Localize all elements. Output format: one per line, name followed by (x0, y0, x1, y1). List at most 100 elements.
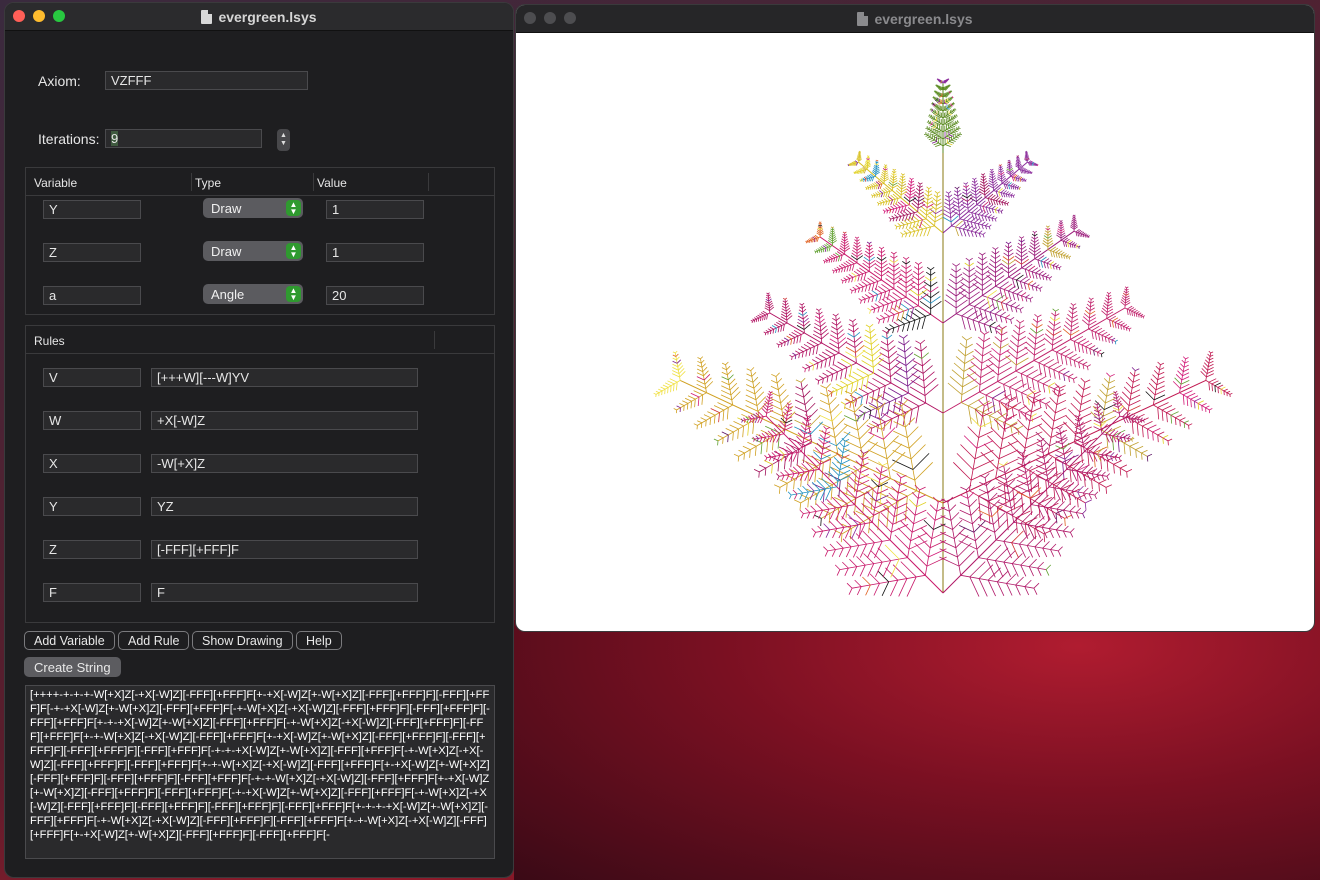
rule-symbol-field[interactable]: Y (43, 497, 141, 516)
fern-stroke (1019, 309, 1022, 314)
rule-replacement-field[interactable]: -W[+X]Z (151, 454, 418, 473)
add-rule-button[interactable]: Add Rule (118, 631, 190, 650)
fern-stroke (1150, 378, 1158, 386)
variable-value-field[interactable]: 20 (326, 286, 424, 305)
fern-stroke (802, 366, 806, 370)
fern-stroke (726, 365, 731, 371)
fern-stroke (1093, 426, 1102, 431)
fern-stroke (683, 405, 685, 411)
rule-replacement-field[interactable]: [-FFF][+FFF]F (151, 540, 418, 559)
variable-value-field[interactable]: 1 (326, 200, 424, 219)
fern-stroke (934, 190, 938, 194)
output-string-view[interactable]: [++++-+-+-+-W[+X]Z[-+X[-W]Z][-FFF][+FFF]… (25, 685, 495, 859)
fern-stroke (992, 177, 997, 181)
fern-stroke (1113, 391, 1116, 393)
fern-stroke (817, 380, 820, 385)
fern-stroke (1049, 397, 1058, 405)
fern-stroke (948, 92, 951, 94)
column-header-value[interactable]: Value (317, 176, 347, 190)
variable-name-field[interactable]: a (43, 286, 141, 305)
rule-replacement-field[interactable]: [+++W][---W]YV (151, 368, 418, 387)
fern-stroke (1036, 459, 1046, 465)
fern-stroke (1043, 410, 1055, 422)
fern-stroke (1182, 372, 1190, 377)
add-variable-button[interactable]: Add Variable (24, 631, 115, 650)
fern-stroke (1089, 310, 1096, 315)
variable-type-popup[interactable]: Draw ▲ ▼ (203, 241, 303, 261)
fern-stroke (876, 424, 879, 433)
create-string-button[interactable]: Create String (24, 657, 121, 677)
close-window-button[interactable] (524, 12, 536, 24)
drawing-titlebar[interactable]: evergreen.lsys (516, 5, 1314, 33)
fern-stroke (1142, 315, 1145, 317)
rule-symbol-field[interactable]: W (43, 411, 141, 430)
minimize-window-button[interactable] (544, 12, 556, 24)
rule-symbol-field[interactable]: X (43, 454, 141, 473)
fern-stroke (997, 208, 1001, 211)
close-window-button[interactable] (13, 10, 25, 22)
fern-stroke (697, 420, 702, 424)
variable-type-popup[interactable]: Draw ▲ ▼ (203, 198, 303, 218)
fern-stroke (1070, 223, 1075, 226)
fern-stroke (824, 258, 828, 261)
fern-stroke (757, 314, 762, 318)
fern-stroke (832, 253, 838, 258)
fern-stroke (860, 178, 863, 181)
column-header-rules[interactable]: Rules (34, 334, 65, 348)
fern-stroke (1056, 523, 1063, 531)
fern-stroke (1190, 399, 1192, 408)
fern-stroke (966, 220, 971, 229)
fern-stroke (1057, 228, 1062, 232)
variable-type-popup[interactable]: Angle ▲ ▼ (203, 284, 303, 304)
fern-stroke (829, 342, 839, 349)
minimize-window-button[interactable] (33, 10, 45, 22)
fern-stroke (920, 346, 928, 352)
fern-stroke (1024, 439, 1043, 449)
fern-stroke (876, 388, 880, 402)
variable-value-field[interactable]: 1 (326, 243, 424, 262)
rule-replacement-field[interactable]: F (151, 583, 418, 602)
zoom-window-button[interactable] (564, 12, 576, 24)
column-header-variable[interactable]: Variable (34, 176, 77, 190)
fern-stroke (821, 449, 831, 455)
rule-symbol-field[interactable]: V (43, 368, 141, 387)
fern-stroke (1008, 263, 1016, 270)
zoom-window-button[interactable] (53, 10, 65, 22)
fern-stroke (896, 415, 900, 428)
rule-replacement-field[interactable]: YZ (151, 497, 418, 516)
stepper-down-icon[interactable]: ▼ (280, 140, 287, 148)
fern-stroke (1017, 462, 1025, 467)
rule-symbol-field[interactable]: Z (43, 540, 141, 559)
fern-stroke (979, 474, 986, 479)
iterations-input[interactable]: 9 (105, 129, 262, 148)
iterations-stepper[interactable]: ▲ ▼ (277, 129, 290, 151)
fern-stroke (755, 319, 758, 323)
fern-stroke (856, 485, 870, 493)
fern-stroke (975, 527, 989, 541)
editor-titlebar[interactable]: evergreen.lsys (5, 3, 513, 31)
fern-stroke (1055, 449, 1065, 455)
fern-stroke (899, 177, 903, 181)
fern-stroke (1158, 371, 1165, 376)
fern-stroke (951, 125, 956, 128)
fern-stroke (1036, 444, 1043, 448)
fern-stroke (886, 443, 903, 460)
fern-stroke (815, 356, 823, 362)
help-button[interactable]: Help (296, 631, 342, 650)
fern-stroke (987, 580, 996, 597)
fern-stroke (696, 380, 706, 385)
show-drawing-button[interactable]: Show Drawing (192, 631, 293, 650)
fern-stroke (1112, 429, 1126, 437)
variable-name-field[interactable]: Y (43, 200, 141, 219)
fern-stroke (1034, 348, 1046, 356)
fern-stroke (885, 208, 889, 211)
fern-stroke (814, 466, 817, 483)
axiom-input[interactable]: VZFFF (105, 71, 308, 90)
rule-replacement-field[interactable]: +X[-W]Z (151, 411, 418, 430)
rule-symbol-field[interactable]: F (43, 583, 141, 602)
stepper-up-icon[interactable]: ▲ (280, 132, 287, 140)
variable-name-field[interactable]: Z (43, 243, 141, 262)
column-header-type[interactable]: Type (195, 176, 221, 190)
fern-stroke (1008, 248, 1013, 253)
fern-stroke (1068, 310, 1073, 315)
